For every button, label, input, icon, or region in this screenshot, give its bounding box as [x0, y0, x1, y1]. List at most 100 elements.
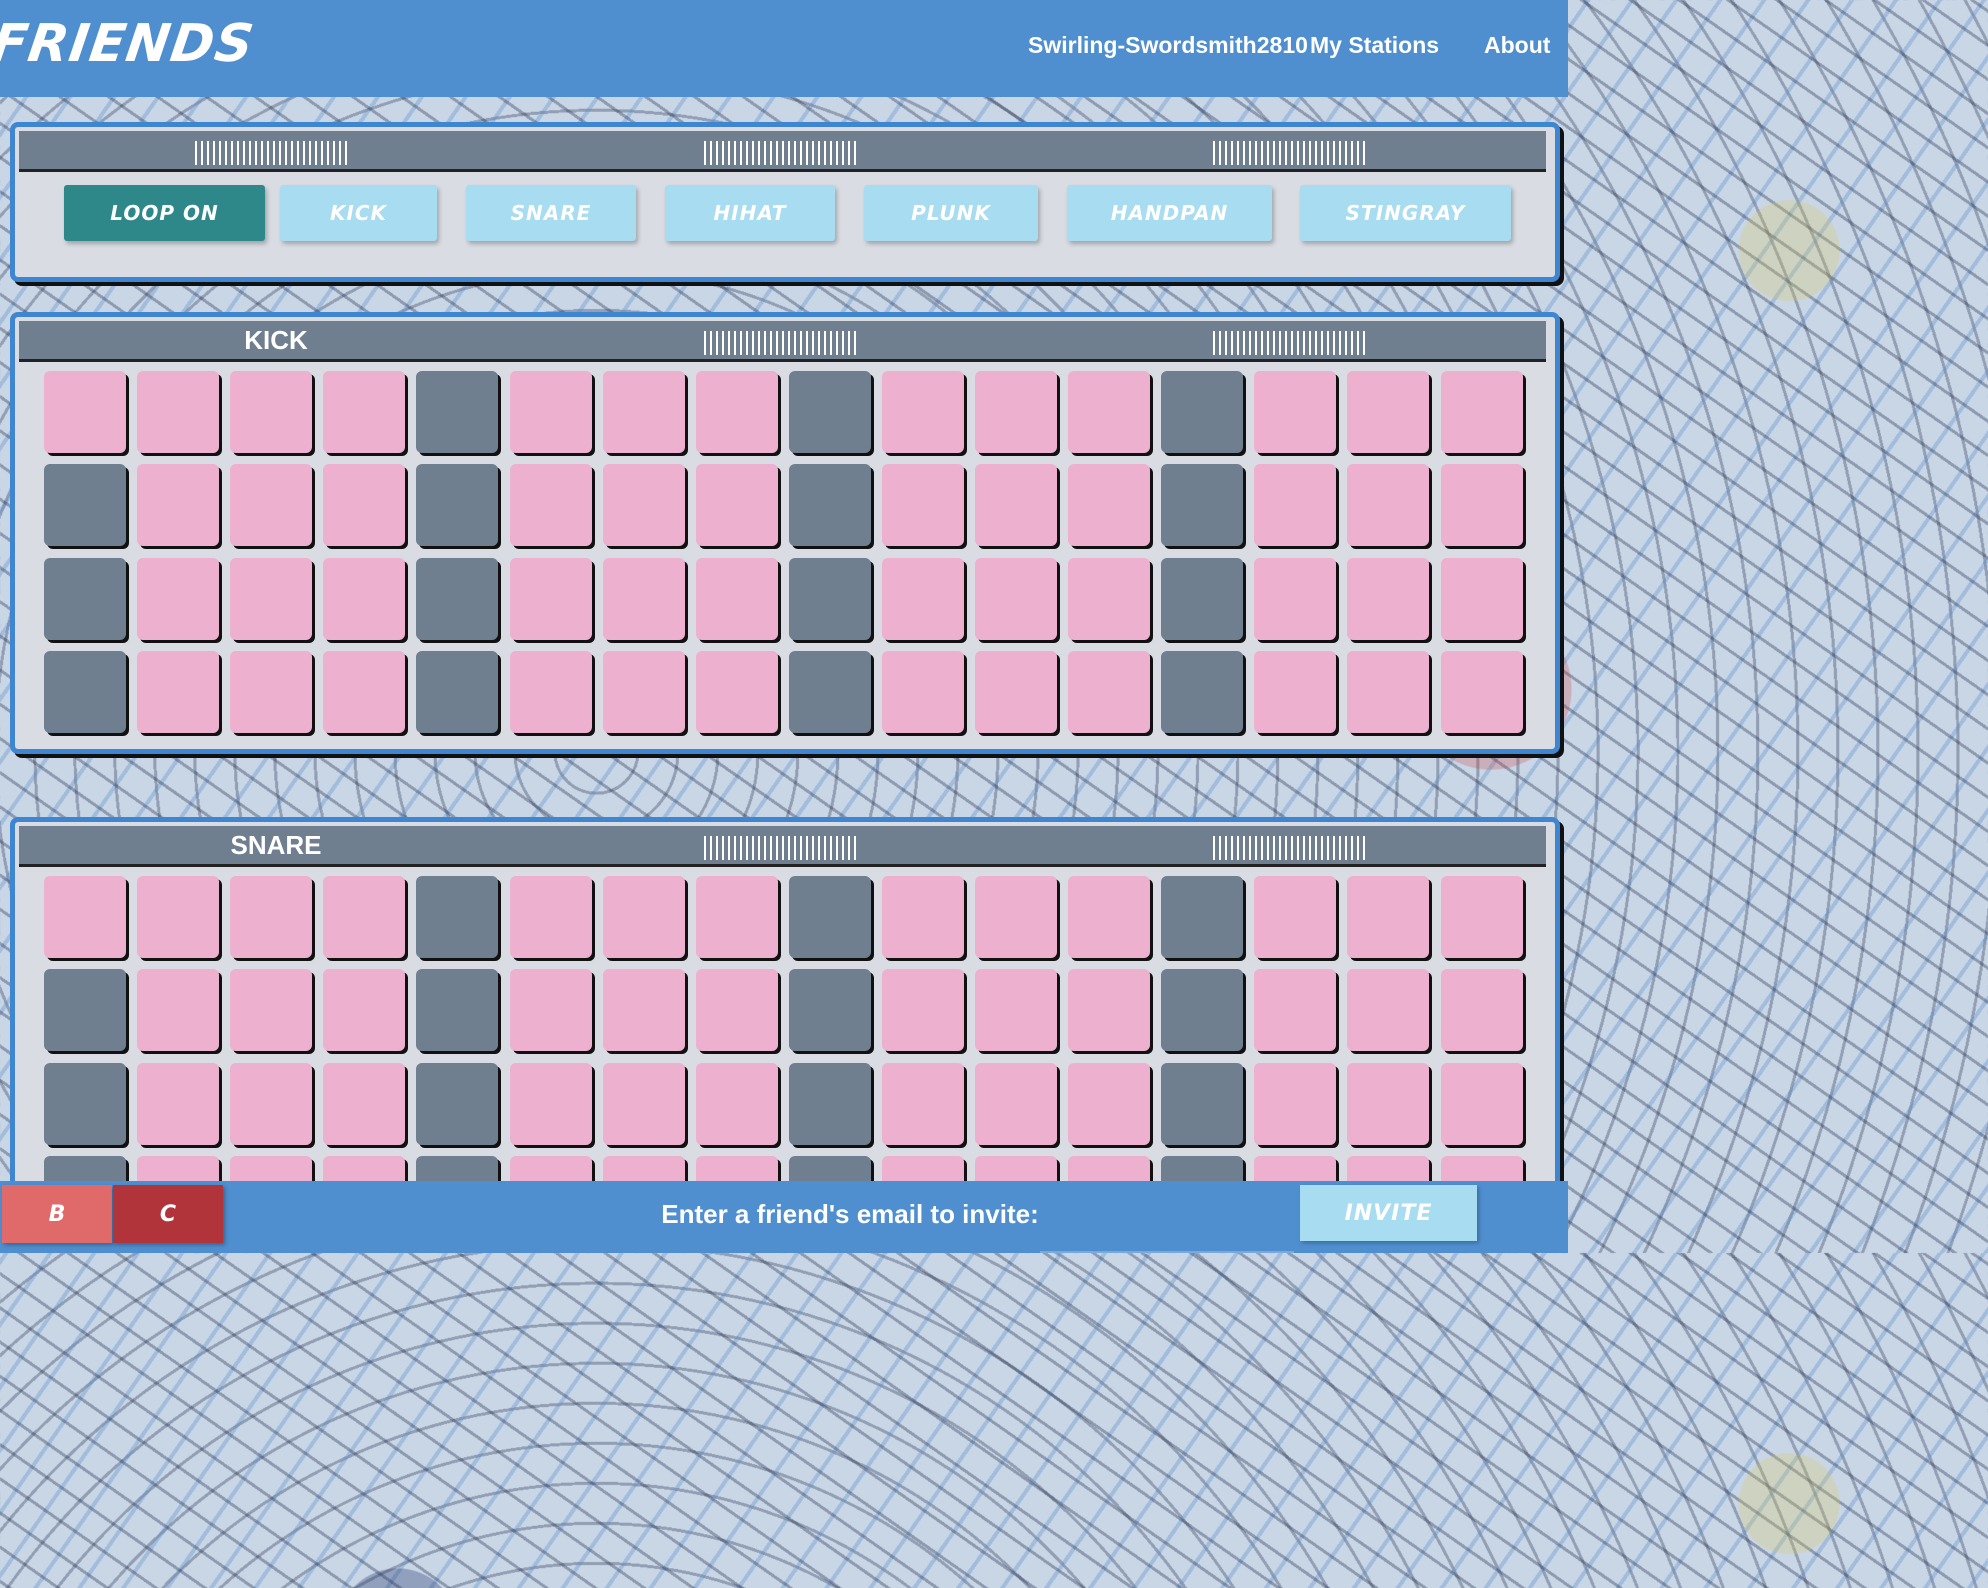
step-cell[interactable] [975, 969, 1057, 1051]
step-cell[interactable] [1347, 969, 1429, 1051]
step-cell[interactable] [1068, 1063, 1150, 1145]
step-cell[interactable] [1347, 876, 1429, 958]
step-cell[interactable] [975, 464, 1057, 546]
step-cell[interactable] [230, 969, 312, 1051]
step-cell[interactable] [137, 464, 219, 546]
step-cell[interactable] [1347, 651, 1429, 733]
step-cell-active[interactable] [44, 1063, 126, 1145]
step-cell[interactable] [323, 876, 405, 958]
step-cell[interactable] [975, 558, 1057, 640]
step-cell[interactable] [44, 371, 126, 453]
invite-email-input[interactable] [1040, 1243, 1294, 1253]
key-c-button[interactable]: C [113, 1185, 223, 1243]
step-cell[interactable] [882, 558, 964, 640]
step-cell[interactable] [44, 876, 126, 958]
step-cell[interactable] [975, 876, 1057, 958]
step-cell[interactable] [696, 464, 778, 546]
step-cell[interactable] [137, 651, 219, 733]
step-cell-active[interactable] [416, 558, 498, 640]
step-cell[interactable] [1254, 1063, 1336, 1145]
step-cell[interactable] [1254, 558, 1336, 640]
step-cell[interactable] [1441, 1063, 1523, 1145]
step-cell[interactable] [510, 651, 592, 733]
step-cell[interactable] [510, 558, 592, 640]
drag-handle[interactable] [195, 141, 351, 165]
step-cell[interactable] [603, 969, 685, 1051]
step-cell[interactable] [696, 1063, 778, 1145]
step-cell[interactable] [1347, 371, 1429, 453]
step-cell[interactable] [603, 876, 685, 958]
drag-handle[interactable] [704, 836, 860, 860]
drag-handle[interactable] [704, 331, 860, 355]
step-cell-active[interactable] [44, 558, 126, 640]
step-cell[interactable] [882, 464, 964, 546]
step-cell[interactable] [975, 1063, 1057, 1145]
step-cell[interactable] [1441, 876, 1523, 958]
step-cell[interactable] [230, 651, 312, 733]
step-cell[interactable] [230, 1063, 312, 1145]
step-cell[interactable] [1254, 651, 1336, 733]
handpan-button[interactable]: HANDPAN [1067, 185, 1272, 241]
key-b-button[interactable]: B [2, 1185, 112, 1243]
step-cell-active[interactable] [416, 1063, 498, 1145]
step-cell[interactable] [510, 969, 592, 1051]
step-cell[interactable] [137, 876, 219, 958]
step-cell[interactable] [323, 558, 405, 640]
step-cell-active[interactable] [789, 558, 871, 640]
step-cell[interactable] [696, 558, 778, 640]
loop-toggle-button[interactable]: LOOP ON [64, 185, 265, 241]
step-cell[interactable] [510, 464, 592, 546]
step-cell[interactable] [323, 1063, 405, 1145]
step-cell[interactable] [323, 464, 405, 546]
step-cell[interactable] [230, 876, 312, 958]
step-cell-active[interactable] [44, 464, 126, 546]
step-cell-active[interactable] [1161, 969, 1243, 1051]
step-cell[interactable] [137, 1063, 219, 1145]
step-cell[interactable] [137, 558, 219, 640]
snare-button[interactable]: SNARE [466, 185, 636, 241]
step-cell[interactable] [1068, 464, 1150, 546]
step-cell[interactable] [1441, 969, 1523, 1051]
step-cell[interactable] [882, 651, 964, 733]
step-cell-active[interactable] [789, 651, 871, 733]
step-cell[interactable] [323, 969, 405, 1051]
stingray-button[interactable]: STINGRAY [1300, 185, 1511, 241]
nav-my-stations[interactable]: My Stations [1310, 32, 1439, 59]
step-cell[interactable] [230, 558, 312, 640]
step-cell[interactable] [696, 969, 778, 1051]
step-cell[interactable] [1068, 651, 1150, 733]
step-cell-active[interactable] [789, 464, 871, 546]
step-cell[interactable] [696, 371, 778, 453]
step-cell-active[interactable] [789, 1063, 871, 1145]
step-cell[interactable] [603, 558, 685, 640]
step-cell-active[interactable] [1161, 876, 1243, 958]
step-cell[interactable] [230, 464, 312, 546]
step-cell-active[interactable] [1161, 371, 1243, 453]
step-cell[interactable] [696, 651, 778, 733]
step-cell[interactable] [1254, 371, 1336, 453]
step-cell[interactable] [603, 651, 685, 733]
step-cell[interactable] [510, 876, 592, 958]
step-cell[interactable] [1347, 464, 1429, 546]
step-cell[interactable] [1068, 969, 1150, 1051]
username-link[interactable]: Swirling-Swordsmith2810 [1028, 32, 1308, 59]
step-cell-active[interactable] [416, 371, 498, 453]
step-cell-active[interactable] [1161, 1063, 1243, 1145]
step-cell[interactable] [1441, 558, 1523, 640]
step-cell[interactable] [696, 876, 778, 958]
step-cell[interactable] [882, 1063, 964, 1145]
step-cell-active[interactable] [789, 371, 871, 453]
step-cell[interactable] [1441, 464, 1523, 546]
step-cell-active[interactable] [1161, 651, 1243, 733]
step-cell[interactable] [603, 1063, 685, 1145]
step-cell-active[interactable] [789, 969, 871, 1051]
step-cell[interactable] [1068, 876, 1150, 958]
step-cell-active[interactable] [789, 876, 871, 958]
step-cell-active[interactable] [1161, 464, 1243, 546]
step-cell-active[interactable] [416, 651, 498, 733]
hihat-button[interactable]: HIHAT [665, 185, 835, 241]
kick-button[interactable]: KICK [280, 185, 437, 241]
app-logo[interactable]: FRIENDS [0, 14, 258, 74]
drag-handle[interactable] [1213, 836, 1369, 860]
step-cell[interactable] [975, 651, 1057, 733]
